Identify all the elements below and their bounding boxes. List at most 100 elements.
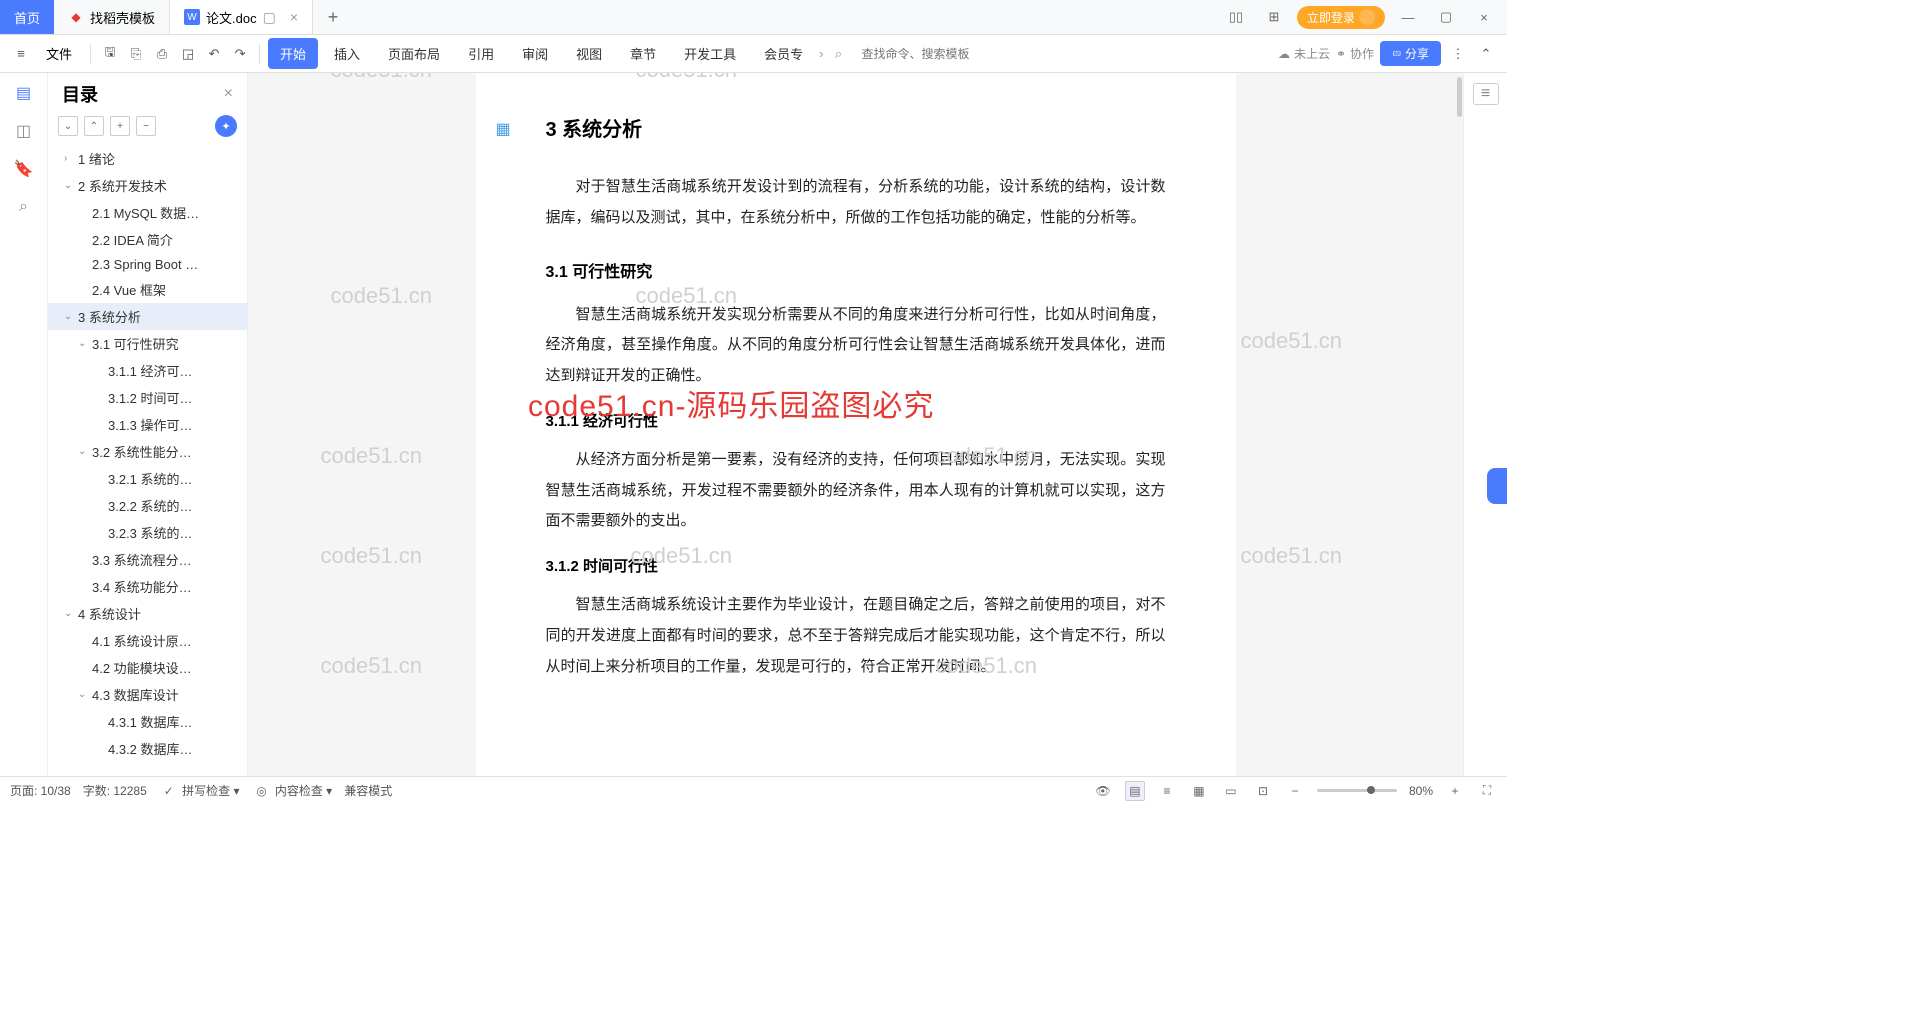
outline-item[interactable]: ⌄3.2 系统性能分… [48,438,247,465]
tab-home[interactable]: 首页 [0,0,54,34]
compat-mode[interactable]: 兼容模式 [344,782,392,799]
menu-layout[interactable]: 页面布局 [376,38,452,69]
view-read-icon[interactable]: ▭ [1221,781,1241,801]
heading-1: 3 系统分析 [546,113,1166,142]
save-icon[interactable]: 🖫 [99,43,121,65]
undo-icon[interactable]: ↶ [203,43,225,65]
layout-icon[interactable]: ▯▯ [1221,9,1251,25]
outline-item-label: 3.1 可行性研究 [92,334,179,353]
fullscreen-icon[interactable]: ⛶ [1477,781,1497,801]
outline-item[interactable]: ›1 绪论 [48,145,247,172]
outline-item[interactable]: 2.4 Vue 框架 [48,276,247,303]
preview-icon[interactable]: ◲ [177,43,199,65]
eye-icon[interactable]: 👁 [1093,781,1113,801]
zoom-slider[interactable] [1317,789,1397,792]
find-icon[interactable]: ⌕ [14,197,34,217]
menu-view[interactable]: 视图 [564,38,614,69]
outline-item[interactable]: 3.4 系统功能分… [48,573,247,600]
outline-item[interactable]: ⌄4.3 数据库设计 [48,681,247,708]
page-indicator[interactable]: 页面: 10/38 [10,782,71,799]
outline-item-label: 3.1.3 操作可… [108,415,193,434]
menu-icon[interactable]: ≡ [10,43,32,65]
new-tab-button[interactable]: + [313,0,353,34]
remove-icon[interactable]: − [136,116,156,136]
tabbar: 首页 ◆ 找稻壳模板 W 论文.doc ▢ × + ▯▯ ⊞ 立即登录 — ▢ … [0,0,1507,35]
outline-item[interactable]: 3.2.2 系统的… [48,492,247,519]
outline-item[interactable]: 4.1 系统设计原… [48,627,247,654]
view-page-icon[interactable]: ▤ [1125,781,1145,801]
spellcheck-toggle[interactable]: ✓ 拼写检查 ▾ [159,781,240,801]
outline-item[interactable]: 2.2 IDEA 简介 [48,226,247,253]
side-tab[interactable] [1487,468,1507,504]
share-button[interactable]: ⮹ 分享 [1380,41,1441,66]
menu-insert[interactable]: 插入 [322,38,372,69]
tab-document[interactable]: W 论文.doc ▢ × [170,0,313,34]
outline-title: 目录 [62,81,98,107]
content-check[interactable]: ◎ 内容检查 ▾ [251,781,332,801]
close-icon[interactable]: × [290,9,298,25]
word-count[interactable]: 字数: 12285 [83,782,147,799]
outline-icon[interactable]: ▤ [14,83,34,103]
tab-window-icon[interactable]: ▢ [263,9,276,26]
zoom-out-icon[interactable]: − [1285,781,1305,801]
sections-icon[interactable]: ◫ [14,121,34,141]
outline-item[interactable]: ⌄2 系统开发技术 [48,172,247,199]
tab-templates[interactable]: ◆ 找稻壳模板 [54,0,170,34]
collab-button[interactable]: ⚭协作 [1336,45,1374,62]
outline-item[interactable]: 4.3.1 数据库… [48,708,247,735]
grid-icon[interactable]: ⊞ [1259,9,1289,25]
outline-item[interactable]: 3.1.2 时间可… [48,384,247,411]
zoom-level[interactable]: 80% [1409,784,1433,798]
menu-ref[interactable]: 引用 [456,38,506,69]
outline-item[interactable]: ⌄4 系统设计 [48,600,247,627]
minimize-icon[interactable]: — [1393,10,1423,25]
more-icon[interactable]: ⋮ [1447,43,1469,65]
bookmark-icon[interactable]: 🔖 [14,159,34,179]
outline-item[interactable]: 3.1.3 操作可… [48,411,247,438]
file-menu[interactable]: 文件 [36,41,82,66]
outline-item[interactable]: 2.3 Spring Boot … [48,253,247,276]
menu-dev[interactable]: 开发工具 [672,38,748,69]
saveas-icon[interactable]: ⎘ [125,43,147,65]
view-web-icon[interactable]: ▦ [1189,781,1209,801]
chevron-icon: ⌄ [64,180,74,191]
document-viewport[interactable]: ▦ code51.cn code51.cn code51.cn code51.c… [248,73,1463,776]
outline-item-label: 3.1.1 经济可… [108,361,193,380]
menu-start[interactable]: 开始 [268,38,318,69]
watermark: code51.cn [331,283,433,309]
expand-all-icon[interactable]: ⌃ [84,116,104,136]
scrollbar[interactable] [1455,73,1463,776]
login-button[interactable]: 立即登录 [1297,6,1385,29]
outline-item[interactable]: 2.1 MySQL 数据… [48,199,247,226]
outline-item[interactable]: ⌄3.1 可行性研究 [48,330,247,357]
ai-icon[interactable]: ✦ [215,115,237,137]
outline-item[interactable]: ⌄3 系统分析 [48,303,247,330]
cloud-status[interactable]: ☁未上云 [1278,45,1330,62]
outline-item[interactable]: 3.2.1 系统的… [48,465,247,492]
outline-item[interactable]: 4.3.2 数据库… [48,735,247,762]
close-window-icon[interactable]: × [1469,10,1499,25]
search-input[interactable] [862,47,1022,61]
redo-icon[interactable]: ↷ [229,43,251,65]
menu-review[interactable]: 审阅 [510,38,560,69]
panel-toggle-icon[interactable]: ≡ [1473,83,1499,105]
print-icon[interactable]: ⎙ [151,43,173,65]
watermark: code51.cn [1241,543,1343,569]
maximize-icon[interactable]: ▢ [1431,9,1461,25]
outline-item-label: 2.2 IDEA 简介 [92,230,173,249]
collapse-all-icon[interactable]: ⌄ [58,116,78,136]
close-icon[interactable]: × [224,85,233,103]
menu-member[interactable]: 会员专 [752,38,815,69]
page-marker-icon: ▦ [496,119,511,139]
outline-item[interactable]: 3.2.3 系统的… [48,519,247,546]
view-outline-icon[interactable]: ≡ [1157,781,1177,801]
chevron-icon: ⌄ [64,608,74,619]
outline-item[interactable]: 3.1.1 经济可… [48,357,247,384]
add-icon[interactable]: + [110,116,130,136]
collapse-icon[interactable]: ⌃ [1475,43,1497,65]
zoom-in-icon[interactable]: + [1445,781,1465,801]
zoom-fit-icon[interactable]: ⊡ [1253,781,1273,801]
menu-chapter[interactable]: 章节 [618,38,668,69]
outline-item[interactable]: 3.3 系统流程分… [48,546,247,573]
outline-item[interactable]: 4.2 功能模块设… [48,654,247,681]
